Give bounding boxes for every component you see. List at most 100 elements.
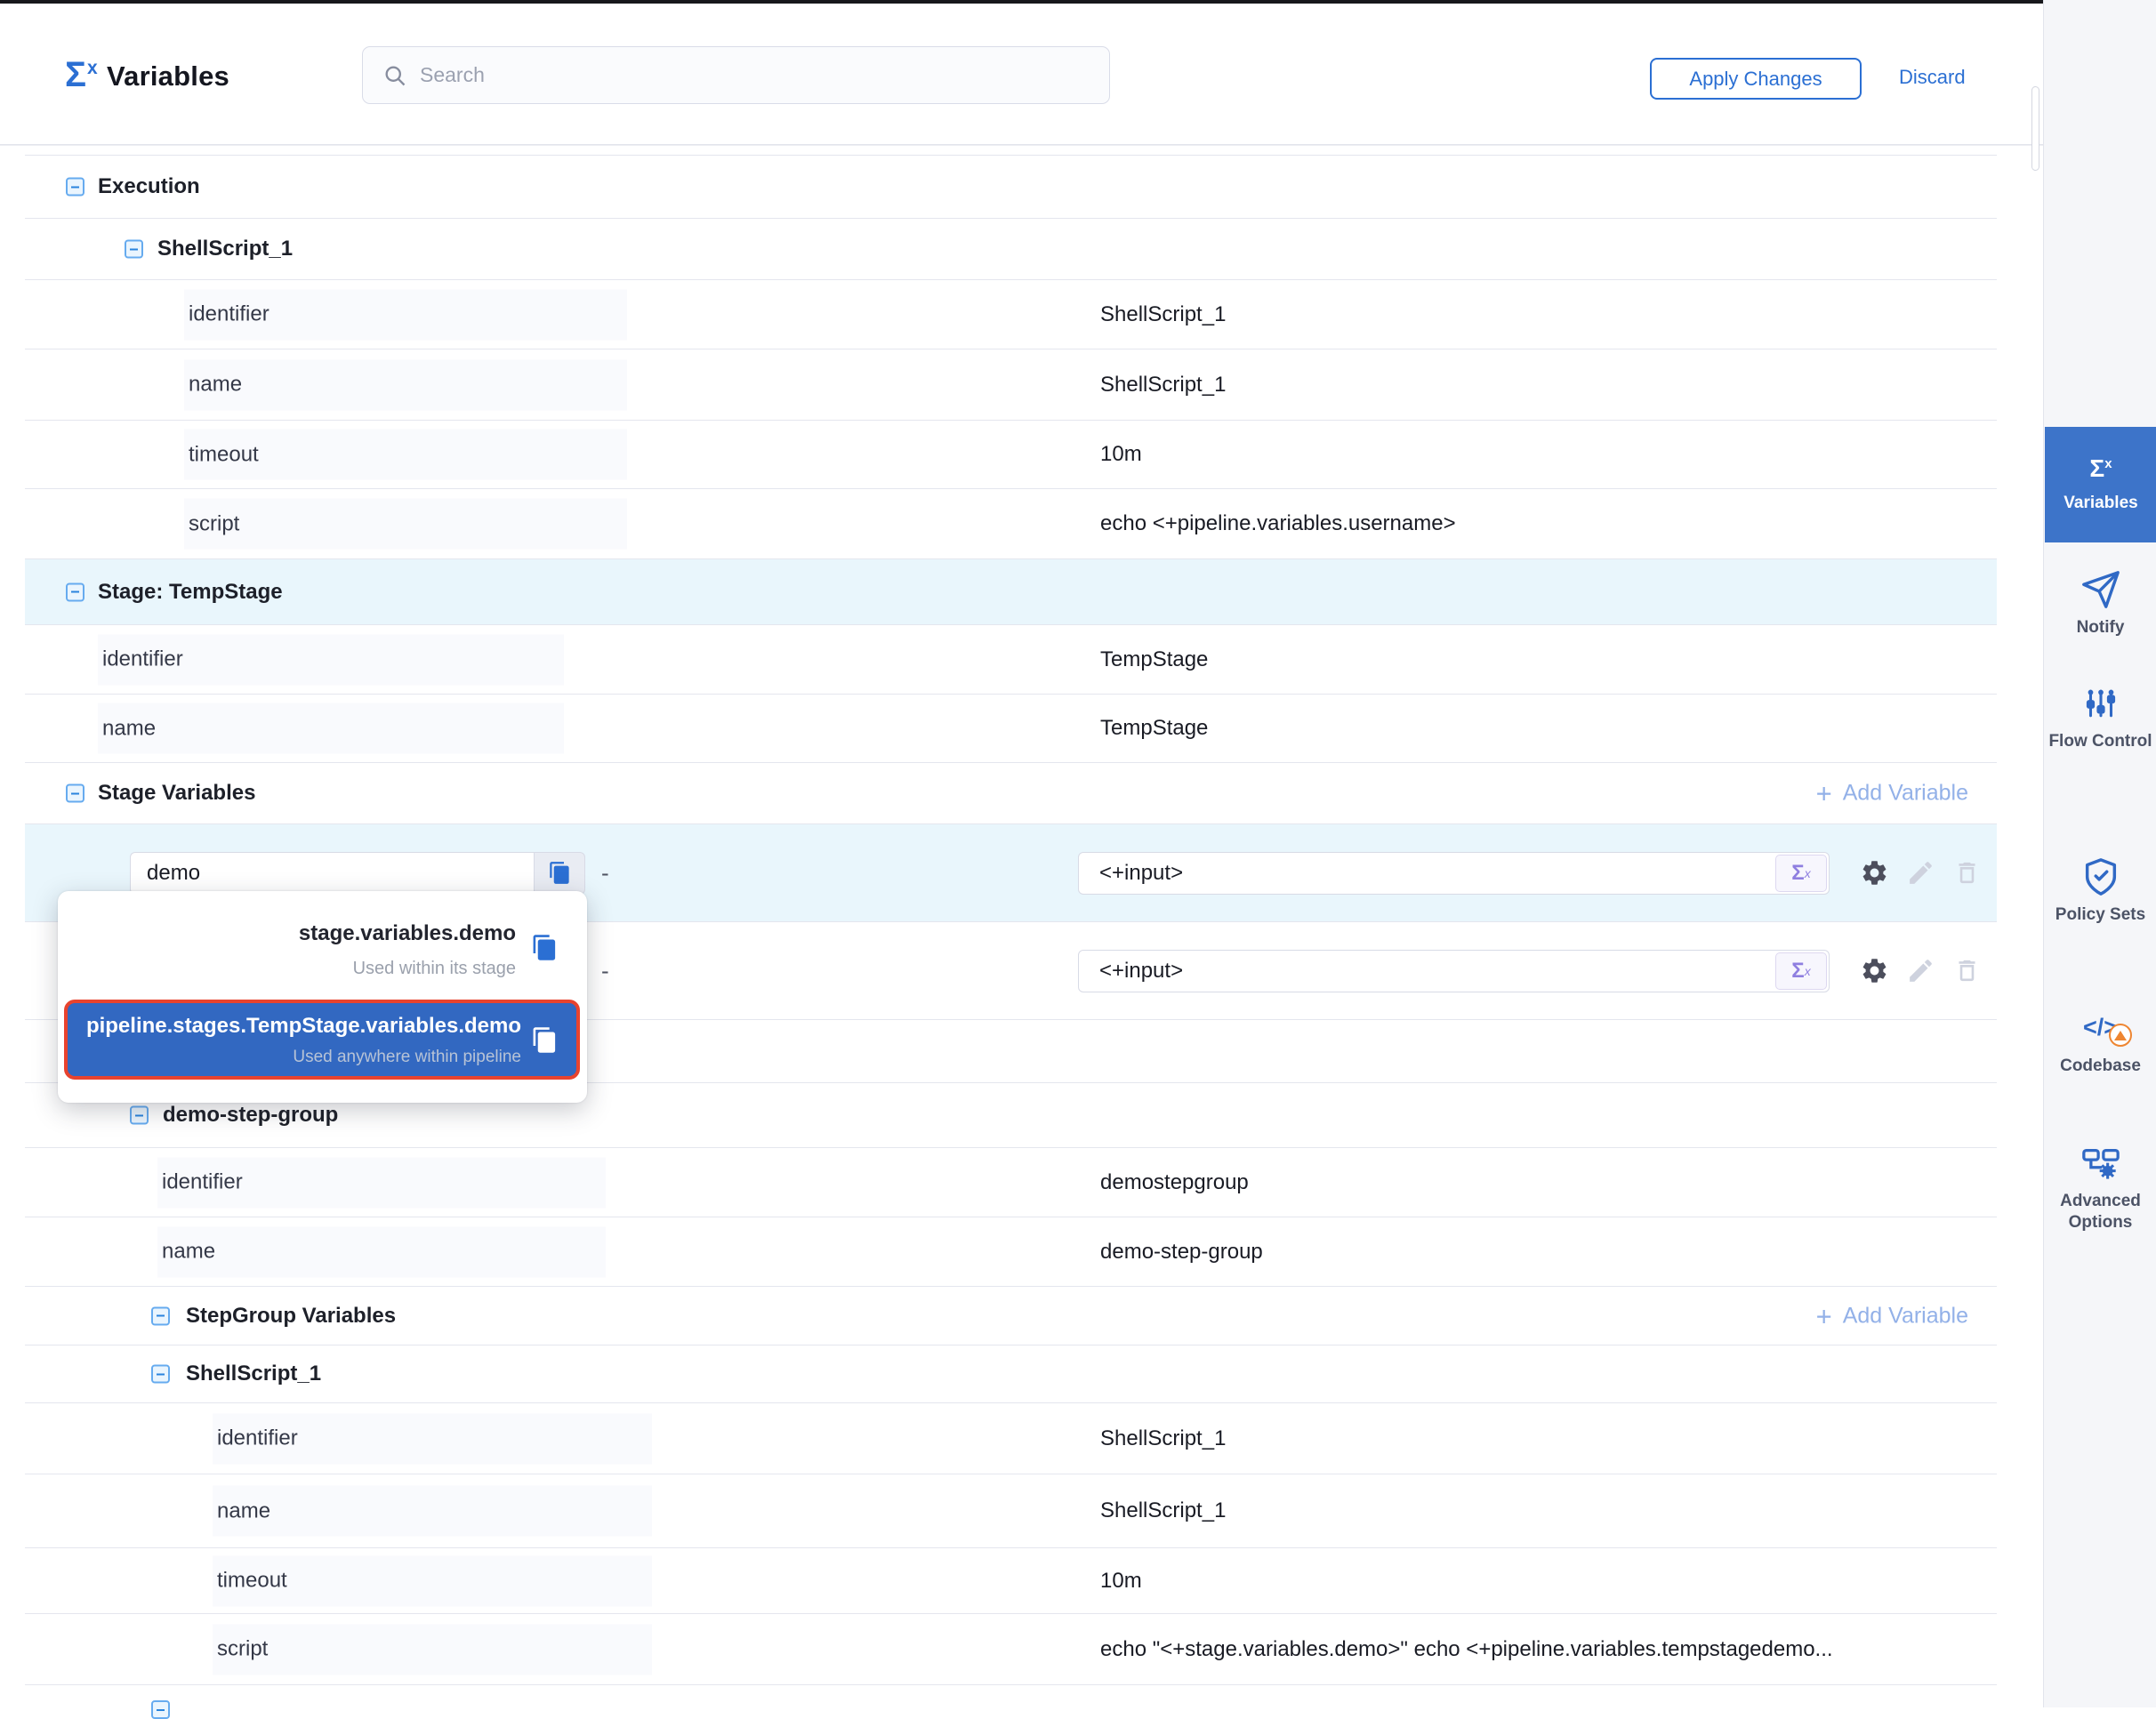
collapse-icon[interactable] [130, 1106, 149, 1125]
field-value: demo-step-group [1100, 1240, 1263, 1265]
tree-row-execution: Execution [25, 155, 1997, 219]
field-value: echo <+pipeline.variables.username> [1100, 511, 1456, 536]
copy-icon[interactable] [531, 934, 559, 966]
header-divider [0, 145, 2043, 146]
collapse-icon[interactable] [125, 240, 143, 259]
variable-name-input[interactable]: demo [130, 852, 534, 895]
field-row: identifier ShellScript_1 [25, 280, 1997, 349]
section-row-stage-tempstage: Stage: TempStage [25, 559, 1997, 625]
field-row: identifier TempStage [25, 625, 1997, 695]
field-value: TempStage [1100, 716, 1208, 741]
field-row: name ShellScript_1 [25, 349, 1997, 421]
field-value: TempStage [1100, 647, 1208, 672]
sidebar-item-notify[interactable]: Notify [2044, 569, 2156, 639]
warning-badge-icon [2109, 1024, 2132, 1047]
collapse-icon[interactable] [151, 1306, 170, 1325]
tree-row-stage-variables: Stage Variables + Add Variable [25, 763, 1997, 824]
field-label: identifier [98, 634, 564, 685]
settings-gear-icon[interactable] [1859, 956, 1889, 986]
plus-icon: + [1816, 1302, 1832, 1329]
plus-icon: + [1816, 780, 1832, 807]
apply-changes-button[interactable]: Apply Changes [1650, 58, 1862, 100]
page-title: Variables [107, 60, 229, 92]
field-label: timeout [213, 1555, 652, 1606]
tree-row-shellscript: ShellScript_1 [25, 1345, 1997, 1403]
tree-row-stepgroup-variables: StepGroup Variables + Add Variable [25, 1287, 1997, 1345]
field-label: identifier [157, 1157, 606, 1208]
variables-sigma-icon: Σx [65, 55, 98, 95]
collapse-icon[interactable] [151, 1700, 170, 1719]
field-row: timeout 10m [25, 1548, 1997, 1614]
flowchart-gear-icon [2080, 1143, 2121, 1184]
collapse-icon[interactable] [66, 582, 84, 601]
field-value: 10m [1100, 1569, 1142, 1594]
field-value: ShellScript_1 [1100, 373, 1226, 398]
delete-trash-icon[interactable] [1951, 858, 1982, 888]
edit-pencil-icon[interactable] [1905, 956, 1935, 986]
required-value: - [601, 859, 609, 887]
copy-icon [548, 861, 572, 885]
field-label: script [213, 1624, 652, 1675]
field-row: name demo-step-group [25, 1217, 1997, 1287]
edit-pencil-icon[interactable] [1905, 858, 1935, 888]
search-icon [382, 63, 407, 88]
copy-icon[interactable] [531, 1026, 559, 1058]
field-label: name [213, 1486, 652, 1537]
field-label: name [157, 1226, 606, 1277]
right-sidebar: Σx Variables Notify Flow Control Policy … [2043, 0, 2156, 1707]
collapse-icon[interactable] [66, 784, 84, 803]
sidebar-item-policy-sets[interactable]: Policy Sets [2044, 856, 2156, 926]
field-value: ShellScript_1 [1100, 302, 1226, 327]
variable-path-option-pipeline-highlighted[interactable]: pipeline.stages.TempStage.variables.demo… [64, 1000, 580, 1080]
paper-plane-icon [2080, 569, 2121, 610]
field-row: script echo "<+stage.variables.demo>" ec… [25, 1614, 1997, 1685]
field-label: timeout [184, 430, 627, 480]
delete-trash-icon[interactable] [1951, 956, 1982, 986]
field-label: identifier [184, 289, 627, 340]
discard-button[interactable]: Discard [1899, 66, 1966, 89]
field-label: name [98, 703, 564, 754]
settings-gear-icon[interactable] [1859, 858, 1889, 888]
table-row-partial [25, 1685, 1997, 1707]
variable-path-popover: stage.variables.demo Used within its sta… [58, 891, 587, 1103]
code-icon: </> [2083, 1014, 2118, 1041]
field-row: identifier ShellScript_1 [25, 1403, 1997, 1474]
page-header: Σx Variables Apply Changes Discard [0, 4, 2043, 145]
variable-name-input-group: demo [130, 852, 585, 895]
field-value: ShellScript_1 [1100, 1426, 1226, 1451]
copy-button[interactable] [534, 852, 585, 895]
field-value: ShellScript_1 [1100, 1498, 1226, 1523]
shield-check-icon [2080, 856, 2121, 897]
variable-value-input[interactable]: <+input> Σx [1078, 852, 1830, 895]
field-value: demostepgroup [1100, 1170, 1249, 1195]
field-row: name ShellScript_1 [25, 1474, 1997, 1548]
field-row: identifier demostepgroup [25, 1148, 1997, 1217]
sidebar-item-flow-control[interactable]: Flow Control [2044, 683, 2156, 752]
scrollbar-thumb[interactable] [2031, 86, 2039, 171]
search-box[interactable] [362, 46, 1110, 104]
collapse-icon[interactable] [66, 178, 84, 197]
field-row: name TempStage [25, 695, 1997, 763]
search-input[interactable] [420, 63, 1042, 87]
add-variable-button[interactable]: + Add Variable [1816, 780, 1968, 807]
field-value: 10m [1100, 442, 1142, 467]
sidebar-item-codebase[interactable]: </> Codebase [2044, 1014, 2156, 1077]
required-value: - [601, 957, 609, 984]
sliders-icon [2080, 683, 2121, 724]
sidebar-item-variables[interactable]: Σx Variables [2045, 427, 2156, 542]
field-label: name [184, 359, 627, 410]
field-label: identifier [213, 1413, 652, 1464]
tree-row-shellscript: ShellScript_1 [25, 219, 1997, 280]
field-label: script [184, 499, 627, 550]
variable-path-option-stage[interactable]: stage.variables.demo Used within its sta… [58, 891, 587, 996]
expression-type-button[interactable]: Σx [1775, 855, 1827, 892]
field-row: timeout 10m [25, 421, 1997, 489]
field-value: echo "<+stage.variables.demo>" echo <+pi… [1100, 1637, 1833, 1662]
variable-value-input[interactable]: <+input> Σx [1078, 950, 1830, 992]
collapse-icon[interactable] [151, 1365, 170, 1384]
expression-type-button[interactable]: Σx [1775, 952, 1827, 990]
add-variable-button[interactable]: + Add Variable [1816, 1302, 1968, 1329]
variables-sigma-icon: Σx [2089, 456, 2112, 481]
field-row: script echo <+pipeline.variables.usernam… [25, 489, 1997, 559]
sidebar-item-advanced-options[interactable]: Advanced Options [2044, 1143, 2156, 1233]
